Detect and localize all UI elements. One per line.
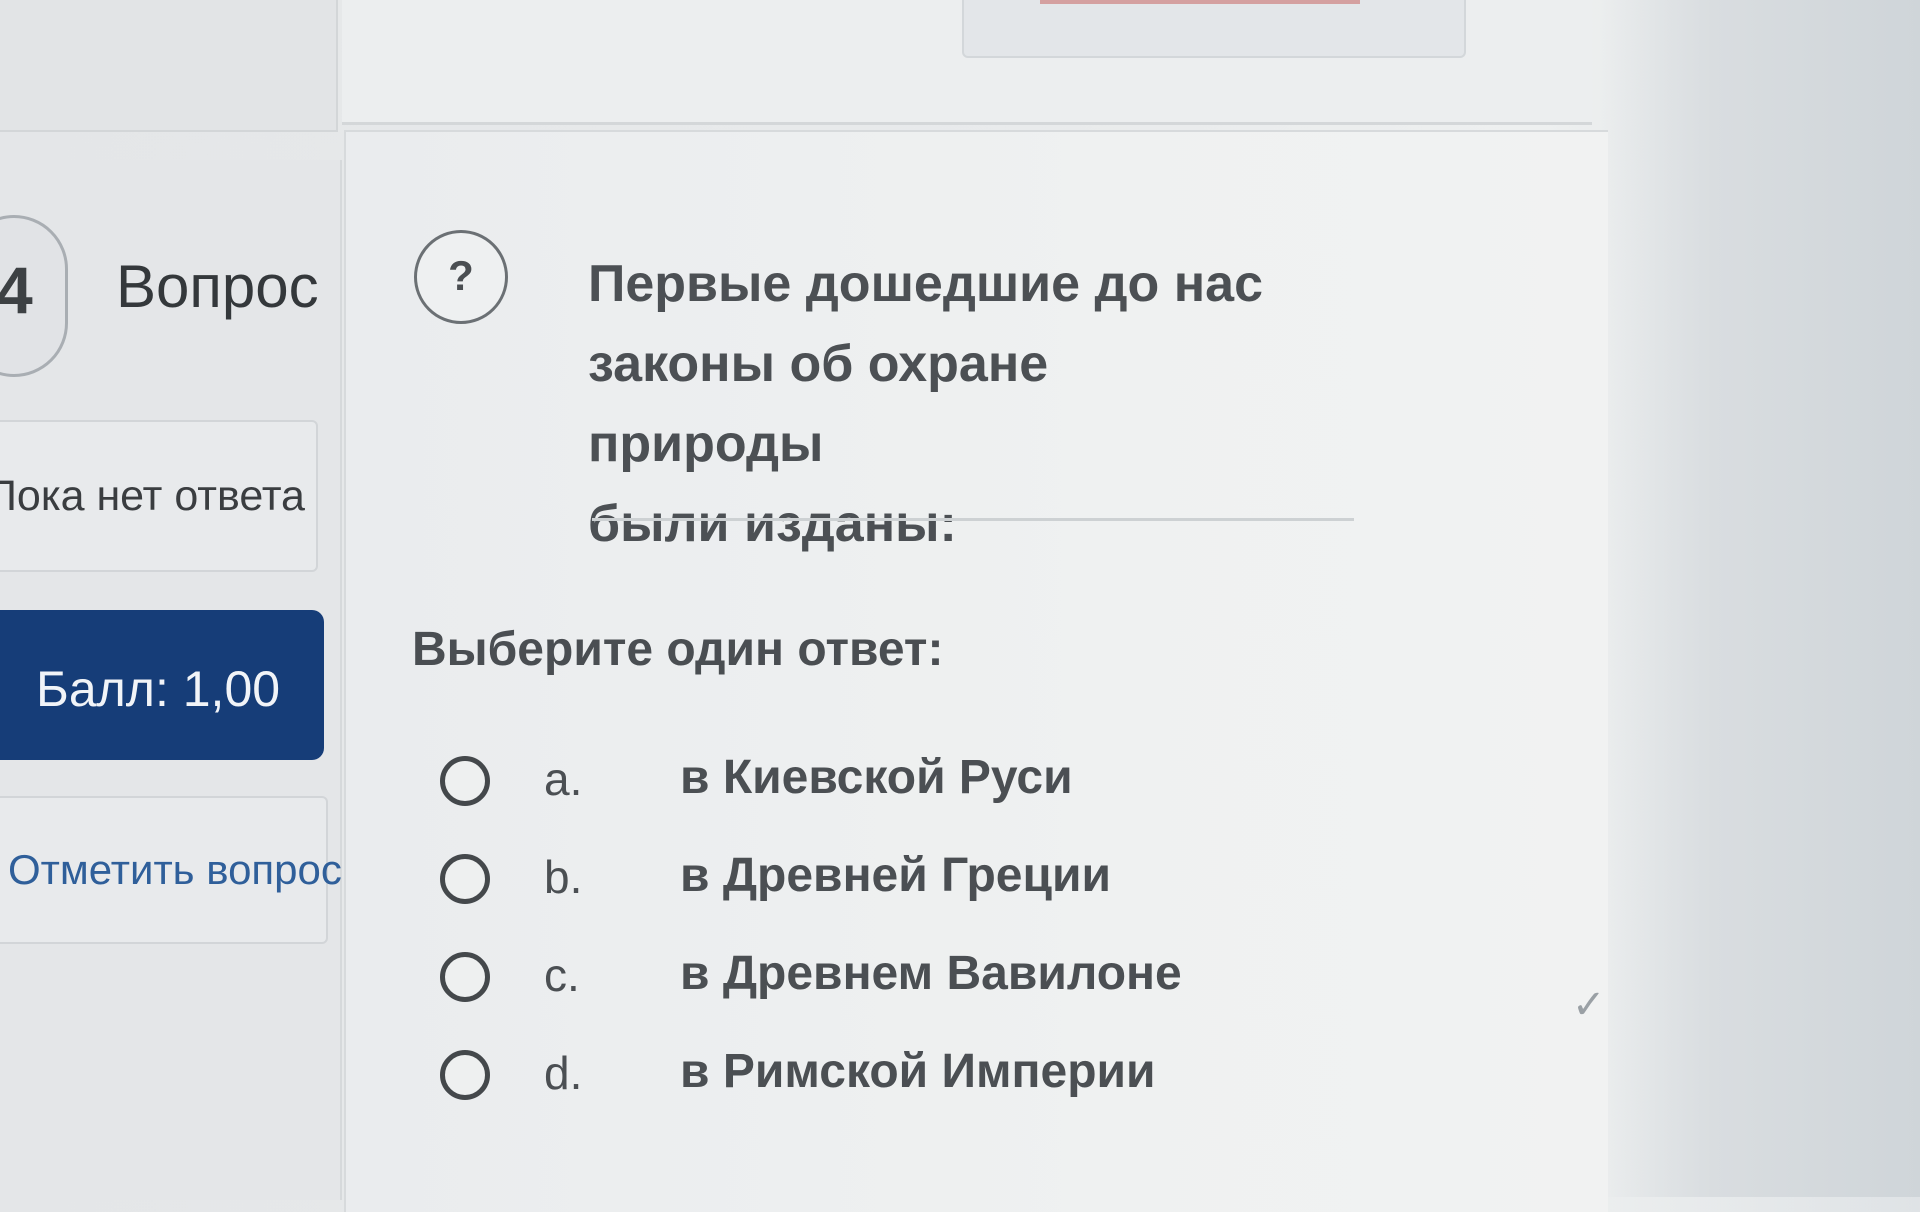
- question-grade: Балл: 1,00: [36, 661, 281, 717]
- answer-list: a. в Киевской Руси b. в Древней Греции c…: [440, 750, 1440, 1144]
- answer-text[interactable]: в Киевской Руси: [680, 750, 1073, 805]
- flag-question-label[interactable]: Отметить вопрос: [8, 846, 342, 894]
- answer-text[interactable]: в Древнем Вавилоне: [680, 946, 1182, 1001]
- question-text-line-2: законы об охране природы: [588, 335, 1049, 473]
- previous-answer-highlight: [1040, 0, 1360, 4]
- question-text-line-3: были изданы:: [588, 495, 957, 553]
- question-state: Пока нет ответа: [0, 472, 305, 520]
- radio-button-d[interactable]: [440, 1050, 490, 1100]
- answer-letter: a.: [544, 753, 583, 805]
- answer-text[interactable]: в Римской Империи: [680, 1044, 1156, 1099]
- question-text-line-1: Первые дошедшие до нас: [588, 255, 1263, 313]
- question-text: Первые дошедшие до нас законы об охране …: [588, 244, 1288, 564]
- radio-button-a[interactable]: [440, 756, 490, 806]
- answer-option-c[interactable]: c. в Древнем Вавилоне: [440, 946, 1440, 1046]
- monitor-edge-shade: [1600, 0, 1920, 1197]
- question-help-icon: ?: [414, 230, 508, 324]
- checkmark-icon: ✓: [1572, 983, 1606, 1027]
- answer-option-a[interactable]: a. в Киевской Руси: [440, 750, 1440, 850]
- answer-letter: b.: [544, 851, 583, 903]
- radio-button-b[interactable]: [440, 854, 490, 904]
- previous-answer-box: [962, 0, 1466, 58]
- previous-question-info: [0, 0, 338, 132]
- answer-option-b[interactable]: b. в Древней Греции: [440, 848, 1440, 948]
- radio-button-c[interactable]: [440, 952, 490, 1002]
- question-divider: [592, 518, 1354, 521]
- answer-letter: d.: [544, 1047, 583, 1099]
- answer-text[interactable]: в Древней Греции: [680, 848, 1111, 903]
- answer-option-d[interactable]: d. в Римской Империи: [440, 1044, 1440, 1144]
- question-number: 4: [0, 253, 33, 327]
- answer-letter: c.: [544, 949, 580, 1001]
- question-label: Вопрос: [116, 253, 319, 320]
- answer-prompt: Выберите один ответ:: [412, 623, 944, 676]
